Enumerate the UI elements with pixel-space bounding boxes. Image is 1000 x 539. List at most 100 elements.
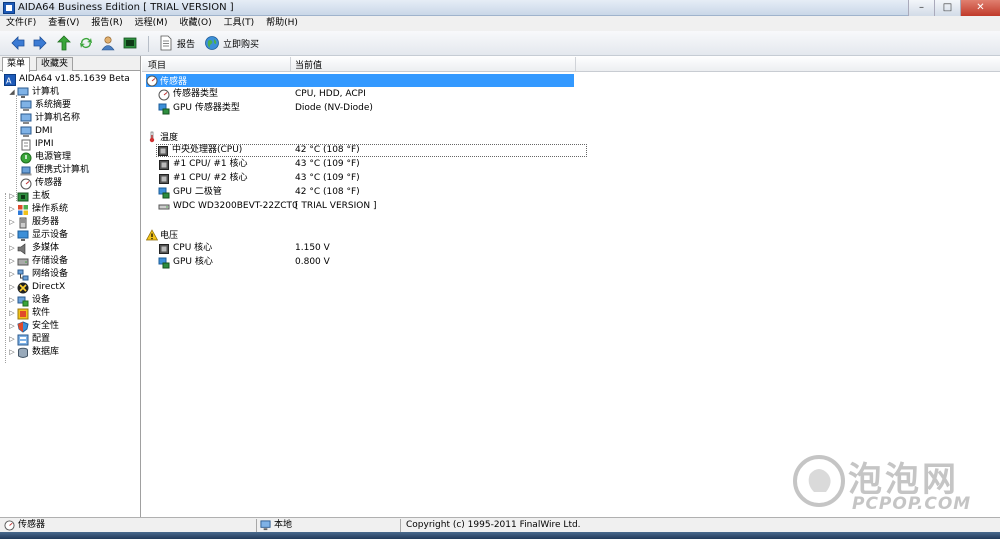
watermark: 泡泡网 PCPOP.COM — [790, 452, 990, 522]
tree-item-config[interactable]: ▷ 配置 — [8, 333, 50, 346]
table-row[interactable]: GPU 传感器类型 Diode (NV-Diode) — [158, 102, 373, 115]
tree-item-dmi[interactable]: DMI — [20, 125, 52, 138]
group-voltage-header[interactable]: 电压 — [145, 228, 178, 241]
tree-item-system-summary[interactable]: 系统摘要 — [20, 99, 71, 112]
tree-item-os[interactable]: ▷ 操作系统 — [8, 203, 68, 216]
table-row[interactable]: #1 CPU/ #1 核心 43 °C (109 °F) — [158, 158, 360, 171]
tree-item-portable-computer[interactable]: 便携式计算机 — [20, 164, 89, 177]
sensor-gauge-icon — [146, 75, 158, 87]
menu-report[interactable]: 报告(R) — [85, 16, 128, 31]
tree-root-label: AIDA64 v1.85.1639 Beta — [19, 74, 130, 84]
toolbar: 报告 立即购买 — [0, 31, 1000, 56]
tree-item-storage[interactable]: ▷ 存储设备 — [8, 255, 68, 268]
windows-icon — [17, 204, 29, 216]
status-location: 本地 — [260, 519, 292, 532]
row-name: GPU 二极管 — [173, 187, 222, 197]
display-icon — [17, 230, 29, 242]
menu-file[interactable]: 文件(F) — [0, 16, 42, 31]
tree-item-software[interactable]: ▷ 软件 — [8, 307, 50, 320]
tree-item-devices[interactable]: ▷ 设备 — [8, 294, 50, 307]
tree-item-directx[interactable]: ▷ DirectX — [8, 281, 65, 294]
menu-view[interactable]: 查看(V) — [42, 16, 85, 31]
row-name: 传感器类型 — [173, 89, 219, 99]
tree-label: 显示设备 — [32, 230, 69, 240]
computer-icon — [260, 520, 271, 531]
row-value: 1.150 V — [295, 243, 330, 253]
monitor-button[interactable] — [122, 34, 138, 52]
table-row-focused[interactable]: 中央处理器(CPU) 42 °C (108 °F) — [156, 144, 587, 157]
status-separator — [400, 519, 401, 532]
tree-item-computer[interactable]: ◢ 计算机 — [8, 86, 59, 99]
group-sensor-header[interactable]: 传感器 — [146, 74, 574, 87]
expand-arrow-icon[interactable]: ▷ — [8, 255, 16, 268]
os-taskbar[interactable] — [0, 532, 1000, 539]
tree-item-sensor[interactable]: 传感器 — [20, 177, 62, 190]
tree-label: 电源管理 — [35, 152, 72, 162]
row-value: 42 °C (108 °F) — [295, 187, 360, 197]
menu-remote[interactable]: 远程(M) — [129, 16, 174, 31]
report-button[interactable]: 报告 — [158, 34, 195, 52]
expand-arrow-icon[interactable]: ▷ — [8, 268, 16, 281]
expand-arrow-icon[interactable]: ▷ — [8, 216, 16, 229]
expand-arrow-icon[interactable]: ▷ — [8, 333, 16, 346]
expand-arrow-icon[interactable]: ▷ — [8, 242, 16, 255]
column-item-header[interactable]: 项目 — [148, 58, 166, 71]
menu-help[interactable]: 帮助(H) — [260, 16, 304, 31]
forward-button[interactable] — [32, 34, 48, 52]
refresh-button[interactable] — [78, 34, 94, 52]
row-name: WDC WD3200BEVT-22ZCT0 — [173, 201, 298, 211]
tree-item-display[interactable]: ▷ 显示设备 — [8, 229, 68, 242]
svg-text:A: A — [6, 76, 12, 85]
table-row[interactable]: GPU 核心 0.800 V — [158, 256, 330, 269]
tree-item-database[interactable]: ▷ 数据库 — [8, 346, 59, 359]
expand-arrow-icon[interactable]: ▷ — [8, 320, 16, 333]
back-button[interactable] — [10, 34, 26, 52]
tree-label: 软件 — [32, 308, 51, 318]
tree-label: 安全性 — [32, 321, 60, 331]
buy-now-button[interactable]: 立即购买 — [204, 34, 259, 52]
expand-arrow-icon[interactable]: ▷ — [8, 229, 16, 242]
row-value: CPU, HDD, ACPI — [295, 89, 366, 99]
group-temperature-header[interactable]: 温度 — [146, 130, 178, 143]
tree-item-server[interactable]: ▷ 服务器 — [8, 216, 59, 229]
column-separator[interactable] — [290, 57, 291, 71]
menu-tools[interactable]: 工具(T) — [218, 16, 261, 31]
row-value: [ TRIAL VERSION ] — [295, 201, 377, 211]
column-separator[interactable] — [575, 57, 576, 71]
tree-label: IPMI — [35, 139, 54, 149]
menu-favorites[interactable]: 收藏(O) — [173, 16, 217, 31]
shield-icon — [17, 320, 29, 333]
expand-arrow-icon[interactable]: ▷ — [8, 281, 16, 294]
tree-item-power-management[interactable]: 电源管理 — [20, 151, 71, 164]
tree-item-root[interactable]: A AIDA64 v1.85.1639 Beta — [4, 73, 130, 86]
expand-arrow-icon[interactable]: ▷ — [8, 294, 16, 307]
expand-arrow-icon[interactable]: ▷ — [8, 346, 16, 359]
maximize-button[interactable]: □ — [934, 0, 960, 16]
table-row[interactable]: #1 CPU/ #2 核心 43 °C (109 °F) — [158, 172, 360, 185]
power-icon — [20, 152, 32, 164]
tree-item-network[interactable]: ▷ 网络设备 — [8, 268, 68, 281]
tree-item-computer-name[interactable]: 计算机名称 — [20, 112, 80, 125]
tree-item-multimedia[interactable]: ▷ 多媒体 — [8, 242, 59, 255]
up-button[interactable] — [56, 34, 72, 52]
network-icon — [17, 269, 29, 281]
table-row[interactable]: 传感器类型 CPU, HDD, ACPI — [158, 88, 366, 101]
close-button[interactable]: ✕ — [960, 0, 1000, 16]
minimize-button[interactable]: – — [908, 0, 934, 16]
tree-item-motherboard[interactable]: ▷ 主板 — [8, 190, 50, 203]
tab-favorites[interactable]: 收藏夹 — [36, 57, 74, 71]
tree-item-ipmi[interactable]: IPMI — [20, 138, 54, 151]
row-name: CPU 核心 — [173, 243, 213, 253]
collapse-arrow-icon[interactable]: ◢ — [8, 86, 16, 99]
table-row[interactable]: WDC WD3200BEVT-22ZCT0 [ TRIAL VERSION ] — [158, 200, 376, 213]
tab-menu[interactable]: 菜单 — [2, 57, 31, 72]
column-value-header[interactable]: 当前值 — [295, 58, 322, 71]
dmi-icon — [20, 126, 32, 138]
expand-arrow-icon[interactable]: ▷ — [8, 203, 16, 216]
expand-arrow-icon[interactable]: ▷ — [8, 190, 16, 203]
table-row[interactable]: CPU 核心 1.150 V — [158, 242, 330, 255]
tree-item-security[interactable]: ▷ 安全性 — [8, 320, 59, 333]
expand-arrow-icon[interactable]: ▷ — [8, 307, 16, 320]
table-row[interactable]: GPU 二极管 42 °C (108 °F) — [158, 186, 360, 199]
user-button[interactable] — [100, 34, 116, 52]
